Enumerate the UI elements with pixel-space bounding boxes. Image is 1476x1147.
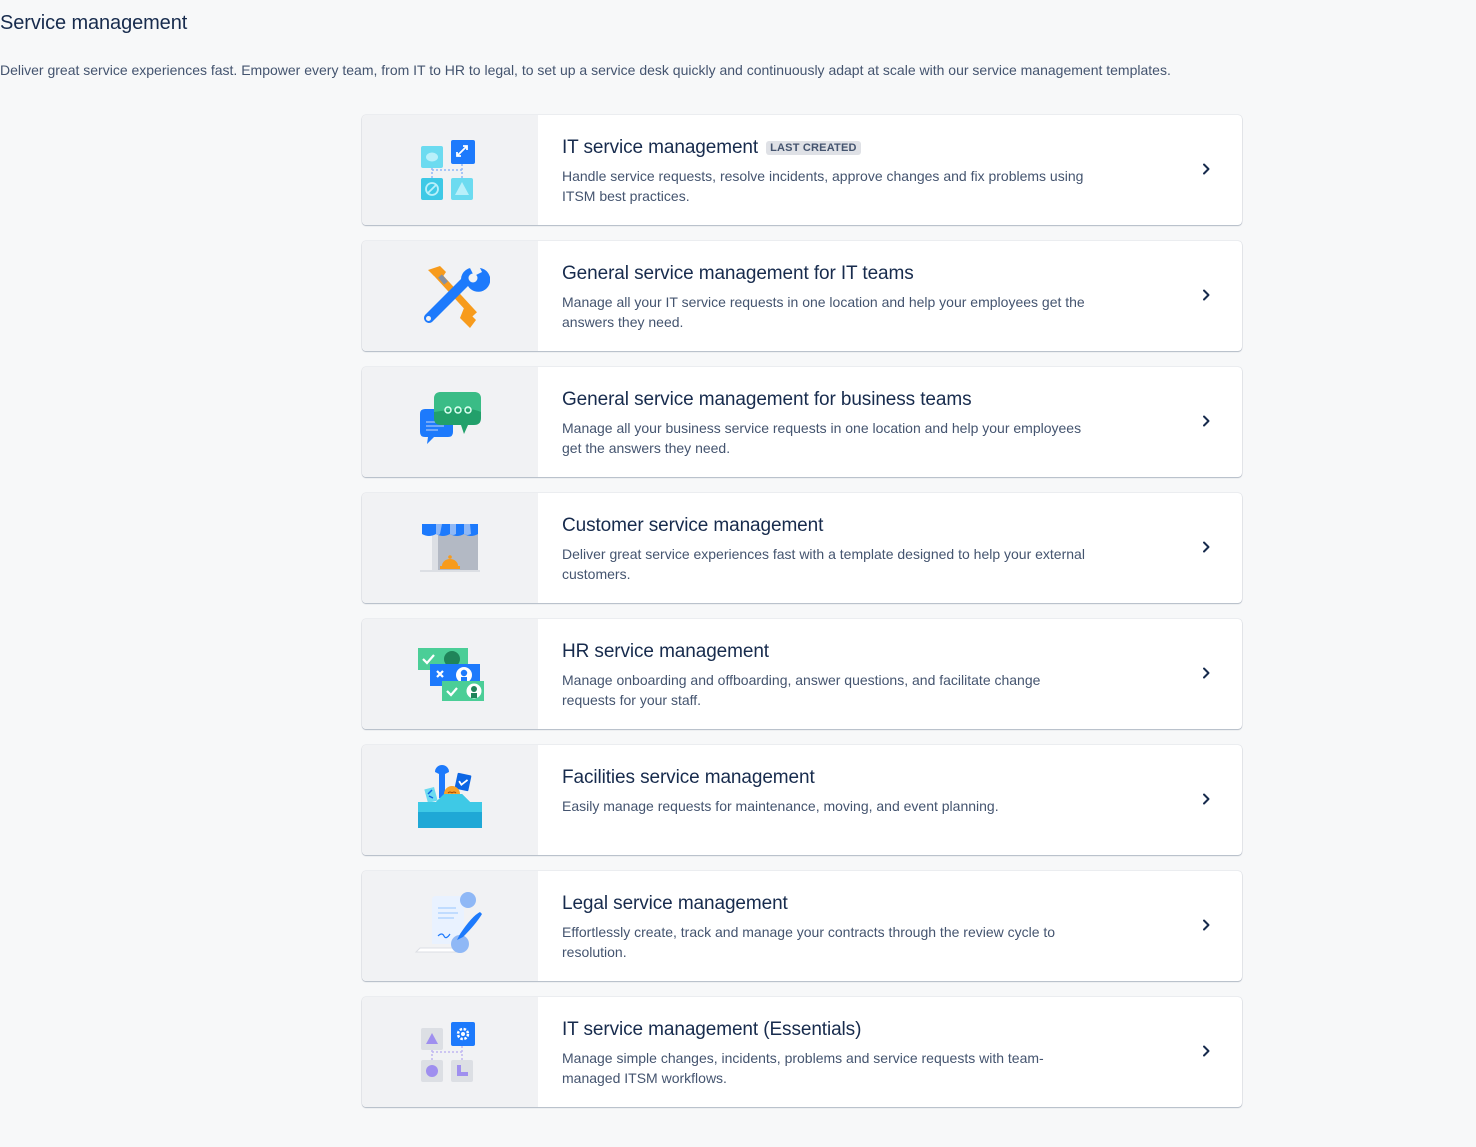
itsm-diagram-icon — [421, 140, 475, 200]
card-illustration — [362, 493, 538, 603]
chevron-right-icon — [1203, 793, 1210, 805]
card-illustration — [362, 367, 538, 477]
card-title: General service management for business … — [562, 389, 972, 410]
card-illustration — [362, 241, 538, 351]
template-list: IT service management LAST CREATED Handl… — [362, 115, 1242, 1123]
card-illustration — [362, 745, 538, 855]
card-illustration — [362, 871, 538, 981]
card-title: Facilities service management — [562, 767, 815, 788]
card-description: Effortlessly create, track and manage yo… — [562, 924, 1056, 960]
toolbox-icon — [418, 765, 482, 828]
card-illustration — [362, 619, 538, 729]
chevron-right-icon — [1203, 541, 1210, 553]
card-description: Manage all your IT service requests in o… — [562, 294, 1085, 330]
contract-scroll-icon — [414, 892, 482, 953]
page-description: Deliver great service experiences fast. … — [0, 62, 1171, 78]
template-card-legal-service[interactable]: Legal service management Effortlessly cr… — [362, 871, 1242, 981]
last-created-badge: LAST CREATED — [766, 141, 861, 155]
card-title: Customer service management — [562, 515, 824, 536]
card-description: Manage all your business service request… — [562, 420, 1082, 456]
card-description: Manage simple changes, incidents, proble… — [562, 1050, 1044, 1086]
card-description: Handle service requests, resolve inciden… — [562, 168, 1084, 204]
template-card-hr-service[interactable]: HR service management Manage onboarding … — [362, 619, 1242, 729]
card-title: HR service management — [562, 641, 769, 662]
itsm-essentials-diagram-icon — [421, 1022, 475, 1082]
template-card-it-service-management[interactable]: IT service management LAST CREATED Handl… — [362, 115, 1242, 225]
page-title: Service management — [0, 12, 188, 34]
template-card-itsm-essentials[interactable]: IT service management (Essentials) Manag… — [362, 997, 1242, 1107]
card-description: Deliver great service experiences fast w… — [562, 546, 1085, 582]
card-description: Easily manage requests for maintenance, … — [562, 798, 999, 814]
people-cards-icon — [418, 648, 484, 701]
template-card-general-business-teams[interactable]: General service management for business … — [362, 367, 1242, 477]
card-illustration — [362, 115, 538, 225]
chevron-right-icon — [1203, 1045, 1210, 1057]
card-title: General service management for IT teams — [562, 263, 914, 284]
card-illustration — [362, 997, 538, 1107]
template-card-customer-service[interactable]: Customer service management Deliver grea… — [362, 493, 1242, 603]
tools-icon — [424, 264, 490, 328]
card-title: IT service management — [562, 137, 759, 158]
storefront-bell-icon — [420, 524, 480, 572]
card-description: Manage onboarding and offboarding, answe… — [562, 672, 1041, 708]
chevron-right-icon — [1203, 667, 1210, 679]
chevron-right-icon — [1203, 289, 1210, 301]
card-title: Legal service management — [562, 893, 788, 914]
chevron-right-icon — [1203, 919, 1210, 931]
template-card-facilities-service[interactable]: Facilities service management Easily man… — [362, 745, 1242, 855]
chevron-right-icon — [1203, 415, 1210, 427]
template-card-general-it-teams[interactable]: General service management for IT teams … — [362, 241, 1242, 351]
chevron-right-icon — [1203, 163, 1210, 175]
chat-bubbles-icon — [420, 392, 481, 444]
card-title: IT service management (Essentials) — [562, 1019, 862, 1040]
